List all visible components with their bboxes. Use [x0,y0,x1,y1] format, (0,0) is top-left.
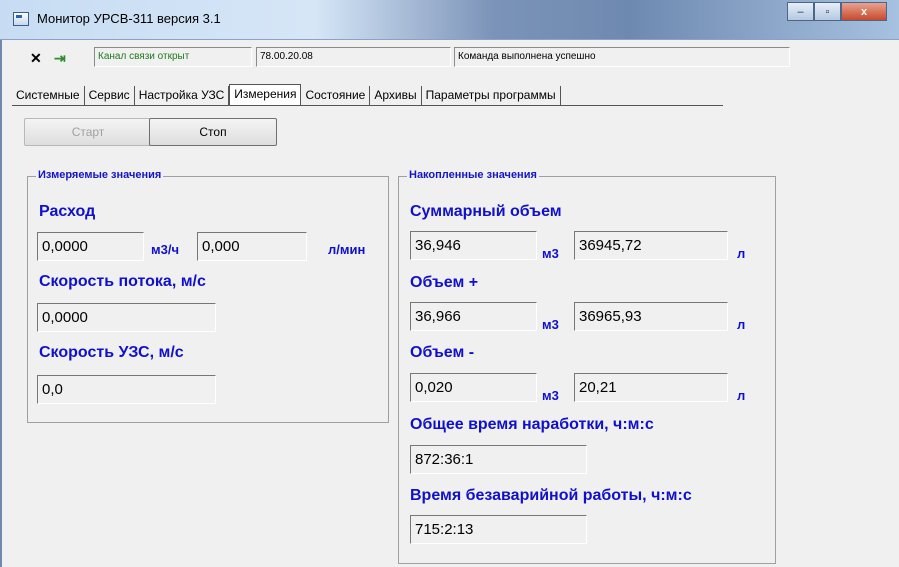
stop-button[interactable]: Стоп [149,118,277,146]
command-status: Команда выполнена успешно [454,47,790,67]
title-bar[interactable]: Монитор УРСВ-311 версия 3.1 ‒ ▫ x [0,0,899,40]
maximize-button[interactable]: ▫ [814,2,841,21]
volume-plus-l-field[interactable]: 36965,93 [574,302,728,331]
tab-state[interactable]: Состояние [301,86,371,106]
volume-plus-m3-unit: м3 [542,317,559,332]
window-controls: ‒ ▫ x [787,2,887,21]
minimize-button[interactable]: ‒ [787,2,814,21]
uzs-speed-label: Скорость УЗС, м/с [39,344,184,361]
runtime-field[interactable]: 872:36:1 [410,445,587,474]
flow-speed-label: Скорость потока, м/с [39,273,206,290]
tab-divider [12,105,723,106]
volume-plus-label: Объем + [410,274,479,291]
flow-lmin-unit: л/мин [328,242,366,257]
tab-program-settings[interactable]: Параметры программы [422,86,561,106]
total-volume-l-field[interactable]: 36945,72 [574,231,728,260]
main-window: Монитор УРСВ-311 версия 3.1 ‒ ▫ x ✕ ⇥ Ка… [0,0,899,567]
app-icon [13,12,29,26]
volume-minus-label: Объем - [410,344,475,361]
start-button[interactable]: Старт [24,118,152,146]
flow-m3h-unit: м3/ч [151,242,180,257]
measured-values-legend: Измеряемые значения [36,169,164,181]
accumulated-values-legend: Накопленные значения [407,169,539,181]
device-version: 78.00.20.08 [256,47,451,67]
channel-status: Канал связи открыт [94,47,252,67]
tab-system[interactable]: Системные [12,86,85,106]
tab-uzs-settings[interactable]: Настройка УЗС [135,86,230,106]
window-frame-left [0,40,2,567]
failfree-field[interactable]: 715:2:13 [410,515,587,544]
volume-plus-l-unit: л [737,317,746,332]
window-title: Монитор УРСВ-311 версия 3.1 [37,11,221,26]
tab-archives[interactable]: Архивы [370,86,422,106]
close-button[interactable]: x [841,2,887,21]
volume-minus-m3-field[interactable]: 0,020 [410,373,537,402]
total-volume-m3-field[interactable]: 36,946 [410,231,537,260]
total-volume-label: Суммарный объем [410,203,562,220]
tab-measurements[interactable]: Измерения [229,84,302,106]
tab-bar: Системные Сервис Настройка УЗС Измерения… [12,84,561,106]
status-strip: ✕ ⇥ Канал связи открыт 78.00.20.08 Коман… [0,43,899,71]
accumulated-values-group: Накопленные значения Суммарный объем 36,… [398,169,776,564]
total-volume-l-unit: л [737,246,746,261]
total-volume-m3-unit: м3 [542,246,559,261]
volume-minus-l-unit: л [737,388,746,403]
volume-plus-m3-field[interactable]: 36,966 [410,302,537,331]
runtime-label: Общее время наработки, ч:м:с [410,416,654,433]
flow-m3h-field[interactable]: 0,0000 [37,232,144,261]
tab-service[interactable]: Сервис [85,86,135,106]
flow-label: Расход [39,203,96,220]
uzs-speed-field[interactable]: 0,0 [37,375,216,404]
connection-arrow-icon: ⇥ [54,50,66,66]
volume-minus-m3-unit: м3 [542,388,559,403]
plug-icon: ✕ [30,50,42,66]
failfree-label: Время безаварийной работы, ч:м:с [410,487,692,504]
flow-lmin-field[interactable]: 0,000 [197,232,307,261]
measured-values-group: Измеряемые значения Расход 0,0000 м3/ч 0… [27,169,389,423]
volume-minus-l-field[interactable]: 20,21 [574,373,728,402]
flow-speed-field[interactable]: 0,0000 [37,303,216,332]
